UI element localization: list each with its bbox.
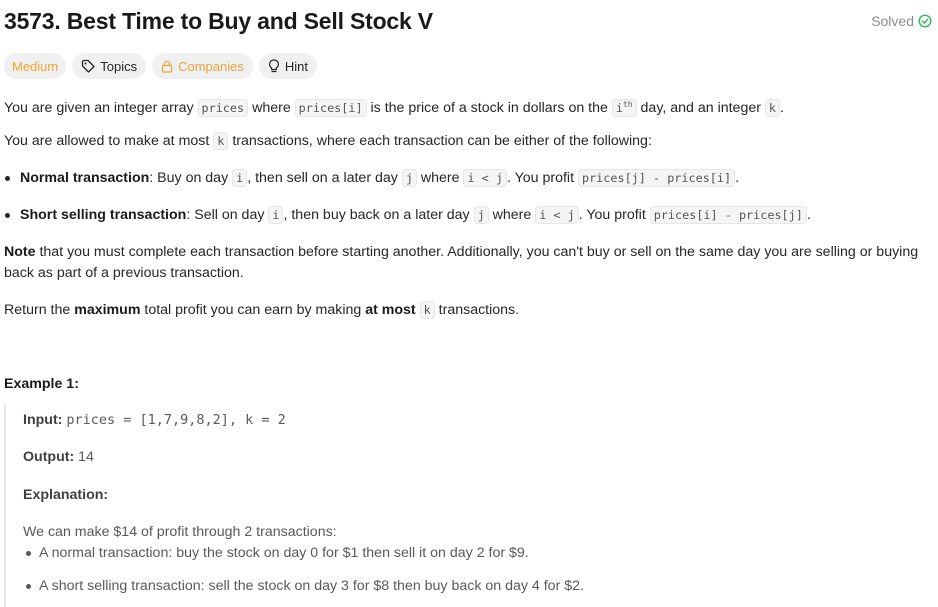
text: A normal transaction: buy the stock on d… bbox=[39, 545, 529, 561]
tag-icon bbox=[81, 59, 95, 73]
inline-code: prices bbox=[197, 98, 249, 117]
example-output: Output: 14 bbox=[23, 447, 94, 468]
text: . bbox=[780, 99, 784, 116]
inline-code-text: i bbox=[615, 100, 623, 115]
title-row: 3573. Best Time to Buy and Sell Stock V … bbox=[4, 8, 932, 38]
text: : Buy on day bbox=[149, 170, 233, 186]
bullet-dot bbox=[5, 213, 10, 218]
inline-code: k bbox=[419, 301, 435, 319]
solved-label: Solved bbox=[871, 13, 914, 29]
lock-icon bbox=[161, 60, 173, 73]
difficulty-label: Medium bbox=[12, 58, 59, 74]
bullet-dot bbox=[5, 176, 10, 181]
example-title: Example 1: bbox=[4, 376, 79, 392]
allowed-paragraph: You are allowed to make at most k transa… bbox=[4, 131, 652, 152]
bullet-dot bbox=[26, 584, 31, 589]
solved-status: Solved bbox=[871, 13, 932, 29]
text: is the price of a stock in dollars on th… bbox=[366, 99, 612, 116]
bold-text: Note bbox=[4, 244, 36, 260]
problem-title[interactable]: 3573. Best Time to Buy and Sell Stock V bbox=[4, 8, 433, 35]
text: where bbox=[416, 170, 464, 186]
companies-button[interactable]: Companies bbox=[152, 53, 253, 79]
inline-code: k bbox=[213, 132, 229, 150]
text: You are given an integer array bbox=[4, 99, 198, 116]
text: : Sell on day bbox=[186, 207, 269, 223]
text: day, and an integer bbox=[636, 99, 765, 116]
text: transactions. bbox=[434, 302, 520, 318]
text: transactions, where each transaction can… bbox=[228, 133, 652, 149]
explanation-label: Explanation: bbox=[23, 487, 109, 503]
hint-button[interactable]: Hint bbox=[258, 53, 317, 79]
hint-label: Hint bbox=[284, 58, 308, 74]
bold-text: Normal transaction bbox=[20, 170, 150, 186]
intro-paragraph: You are given an integer array prices wh… bbox=[4, 94, 784, 119]
inline-code: j bbox=[473, 206, 489, 224]
text: where bbox=[248, 99, 295, 116]
text: , then buy back on a later day bbox=[283, 207, 474, 223]
bold-text: Short selling transaction bbox=[20, 207, 187, 223]
example-explanation: Explanation: bbox=[23, 485, 108, 506]
text: that you must complete each transaction … bbox=[35, 244, 919, 260]
inline-code: k bbox=[764, 98, 781, 117]
output-value: 14 bbox=[78, 449, 94, 465]
topics-label: Topics bbox=[100, 58, 138, 74]
return-paragraph: Return the maximum total profit you can … bbox=[4, 300, 519, 321]
input-label: Input: bbox=[23, 412, 63, 428]
check-circle-icon bbox=[918, 14, 932, 28]
text: , then sell on a later day bbox=[247, 170, 402, 186]
text: You are allowed to make at most bbox=[4, 133, 214, 149]
inline-code: prices[i] bbox=[294, 98, 367, 117]
bold-text: at most bbox=[365, 302, 416, 318]
inline-code: j bbox=[401, 169, 417, 187]
text: where bbox=[488, 207, 536, 223]
superscript: th bbox=[622, 100, 633, 109]
inline-code: i bbox=[232, 169, 248, 187]
example-block: Input: prices = [1,7,9,8,2], k = 2 Outpu… bbox=[4, 404, 932, 607]
text: total profit you can earn by making bbox=[140, 302, 366, 318]
example-input: Input: prices = [1,7,9,8,2], k = 2 bbox=[23, 410, 286, 431]
text: Return the bbox=[4, 302, 75, 318]
explanation-text: We can make $14 of profit through 2 tran… bbox=[23, 524, 337, 540]
text: A short selling transaction: sell the st… bbox=[39, 578, 584, 594]
inline-code: i bbox=[268, 206, 284, 224]
inline-code: i < j bbox=[463, 169, 507, 187]
text: . You profit bbox=[578, 207, 650, 223]
difficulty-badge: Medium bbox=[4, 53, 67, 79]
tag-bar: Medium Topics Companies Hint bbox=[4, 53, 317, 79]
text: . bbox=[735, 170, 740, 186]
inline-code: ith bbox=[611, 98, 637, 117]
lightbulb-icon bbox=[268, 59, 280, 73]
input-value: prices = [1,7,9,8,2], k = 2 bbox=[66, 412, 286, 428]
topics-button[interactable]: Topics bbox=[72, 53, 147, 79]
inline-code: prices[i] - prices[j] bbox=[649, 206, 807, 224]
note-paragraph-cont: back as part of a previous transaction. bbox=[4, 263, 244, 284]
text: back as part of a previous transaction. bbox=[4, 265, 244, 281]
text: . You profit bbox=[506, 170, 578, 186]
bold-text: maximum bbox=[74, 302, 141, 318]
inline-code: i < j bbox=[535, 206, 579, 224]
note-paragraph: Note that you must complete each transac… bbox=[4, 242, 918, 263]
bullet-dot bbox=[26, 551, 31, 556]
text: . bbox=[806, 207, 811, 223]
output-label: Output: bbox=[23, 449, 75, 465]
inline-code: prices[j] - prices[i] bbox=[577, 169, 736, 187]
companies-label: Companies bbox=[178, 58, 244, 74]
